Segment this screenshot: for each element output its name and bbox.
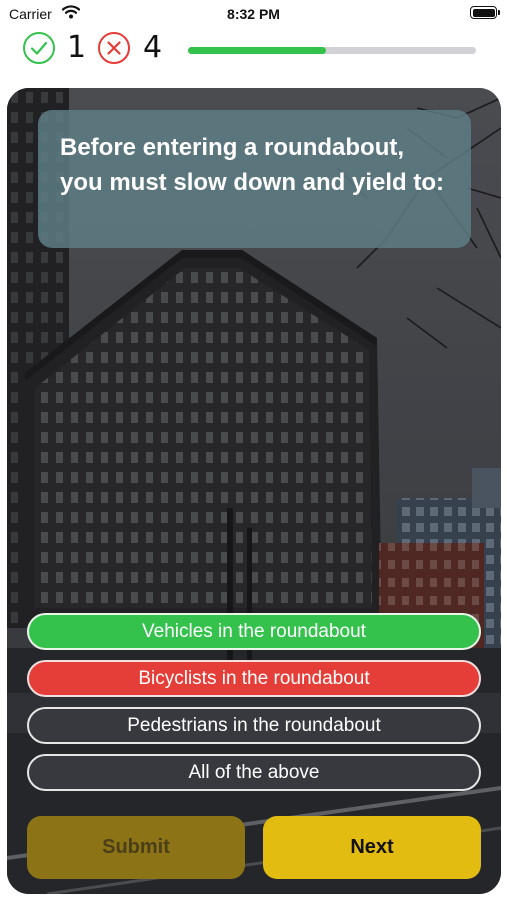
status-bar: Carrier 8:32 PM bbox=[0, 0, 507, 28]
next-label: Next bbox=[350, 836, 394, 858]
answer-option-3[interactable]: Pedestrians in the roundabout bbox=[27, 707, 481, 744]
submit-button[interactable]: Submit bbox=[27, 816, 245, 879]
battery-icon bbox=[470, 6, 500, 19]
wrong-count: 4 bbox=[143, 30, 163, 65]
answer-option-2[interactable]: Bicyclists in the roundabout bbox=[27, 660, 481, 697]
progress-fill bbox=[188, 47, 327, 54]
submit-label: Submit bbox=[102, 836, 170, 858]
answer-label: Bicyclists in the roundabout bbox=[138, 667, 370, 689]
answer-label: All of the above bbox=[188, 761, 320, 783]
progress-bar bbox=[188, 47, 476, 54]
answer-label: Pedestrians in the roundabout bbox=[127, 714, 381, 736]
question-box: Before entering a roundabout, you must s… bbox=[38, 110, 471, 248]
correct-count: 1 bbox=[67, 30, 87, 65]
answer-label: Vehicles in the roundabout bbox=[142, 620, 366, 642]
answer-option-1[interactable]: Vehicles in the roundabout bbox=[27, 613, 481, 650]
status-time: 8:32 PM bbox=[227, 6, 280, 22]
question-text: Before entering a roundabout, you must s… bbox=[60, 134, 445, 196]
next-button[interactable]: Next bbox=[263, 816, 481, 879]
answer-option-4[interactable]: All of the above bbox=[27, 754, 481, 791]
x-circle-icon bbox=[97, 31, 131, 70]
check-circle-icon bbox=[22, 31, 56, 70]
quiz-card: Before entering a roundabout, you must s… bbox=[7, 88, 501, 894]
